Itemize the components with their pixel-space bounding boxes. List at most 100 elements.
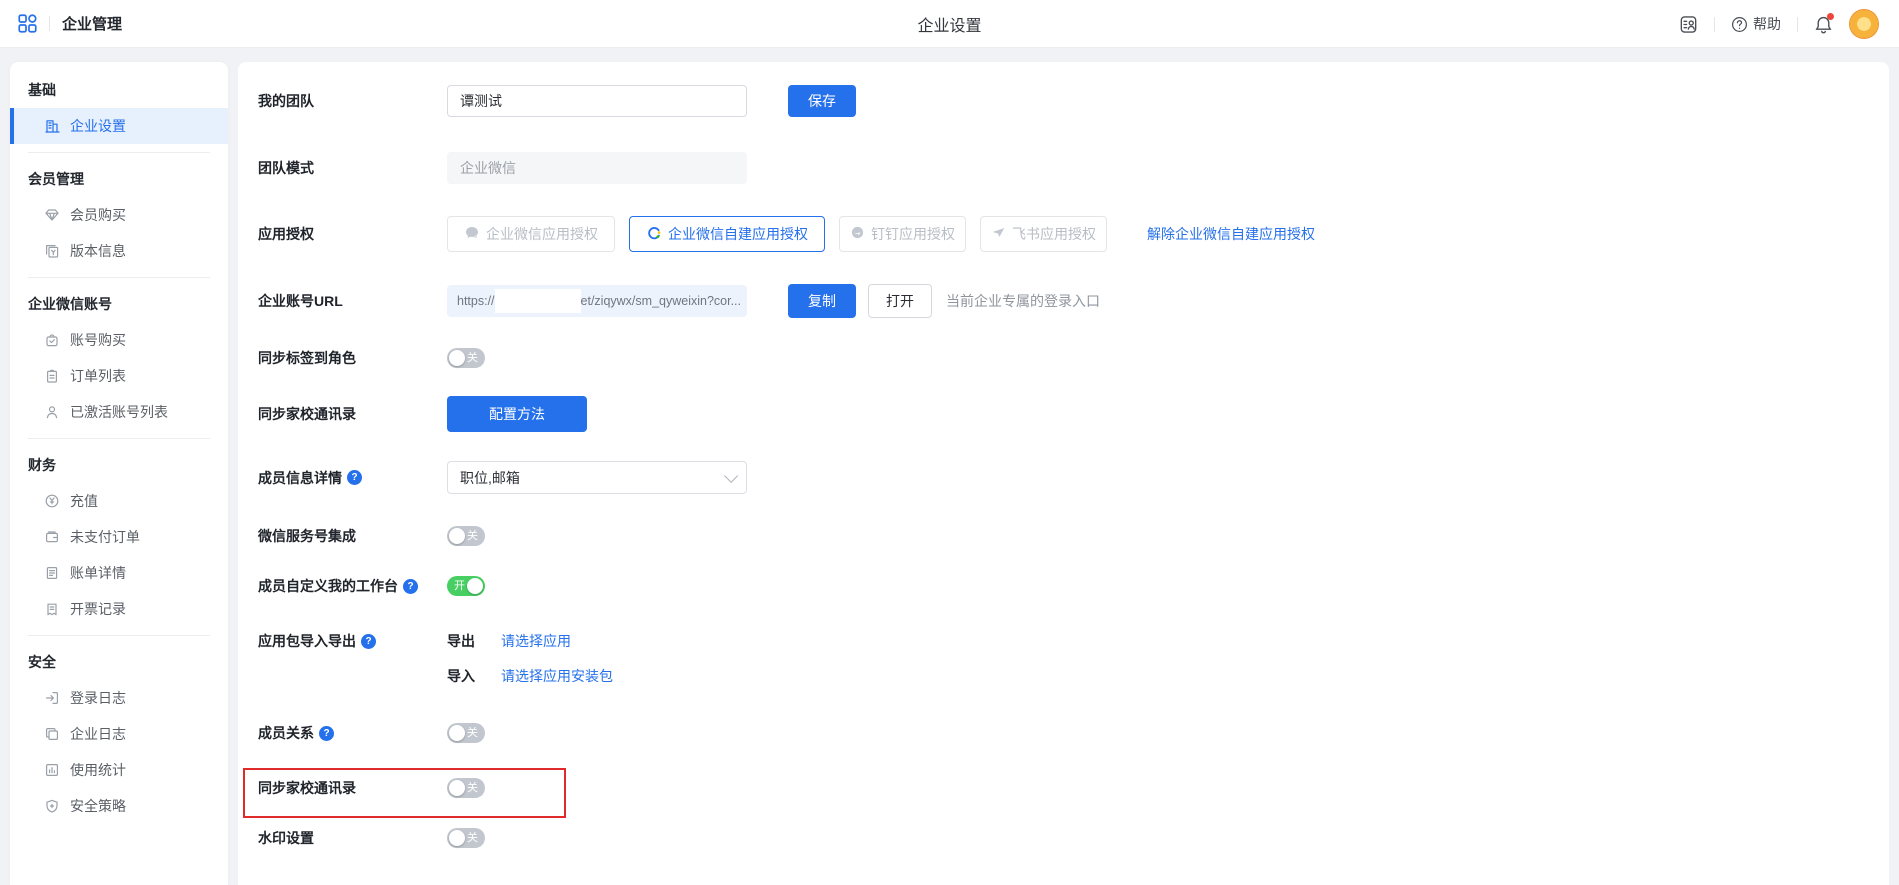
wechat-service-label: 微信服务号集成 [258, 526, 447, 546]
page-title: 企业设置 [917, 12, 981, 36]
sidebar-item-label: 企业日志 [70, 724, 126, 744]
user-avatar[interactable] [1849, 9, 1879, 39]
open-url-button[interactable]: 打开 [868, 284, 932, 318]
sidebar-item-label: 订单列表 [70, 366, 126, 386]
sidebar-item-label: 未支付订单 [70, 527, 140, 547]
row-team-mode: 团队模式 [258, 152, 1869, 184]
sidebar-item-invoice-records[interactable]: 开票记录 [10, 591, 228, 627]
wallet-icon [44, 529, 60, 545]
account-url-value[interactable]: https://et/ziqywx/sm_qyweixin?cor... [447, 285, 747, 317]
select-app-link[interactable]: 请选择应用 [501, 631, 571, 651]
sidebar-item-label: 充值 [70, 491, 98, 511]
account-url-label: 企业账号URL [258, 291, 447, 311]
unbind-selfbuilt-auth-link[interactable]: 解除企业微信自建应用授权 [1147, 224, 1315, 244]
sidebar-item-label: 登录日志 [70, 688, 126, 708]
help-badge-icon[interactable]: ? [403, 579, 418, 594]
main-content: 我的团队 保存 团队模式 应用授权 企业微信应用授权 企业微信自建应用授权 [238, 62, 1889, 885]
sidebar-item-recharge[interactable]: 充值 [10, 483, 228, 519]
copy-url-button[interactable]: 复制 [788, 284, 856, 318]
sidebar-item-label: 安全策略 [70, 796, 126, 816]
row-member-relation: 成员关系 ? 关 [258, 723, 1869, 743]
sidebar-item-bill-details[interactable]: 账单详情 [10, 555, 228, 591]
sidebar-item-unpaid-orders[interactable]: 未支付订单 [10, 519, 228, 555]
app-grid-logo-icon[interactable] [18, 14, 37, 33]
sidebar-item-enterprise-logs[interactable]: 企业日志 [10, 716, 228, 752]
sidebar-divider [28, 635, 210, 636]
team-mode-label: 团队模式 [258, 158, 447, 178]
sidebar-section-membership: 会员管理 [10, 161, 228, 197]
topbar-divider [1714, 17, 1715, 32]
toggle-knob [449, 780, 465, 796]
topbar-divider [1797, 17, 1798, 32]
sidebar-item-activated-accounts[interactable]: 已激活账号列表 [10, 394, 228, 430]
help-badge-icon[interactable]: ? [347, 470, 362, 485]
custom-workbench-label: 成员自定义我的工作台 ? [258, 576, 447, 596]
app-auth-label: 应用授权 [258, 224, 447, 244]
config-method-button[interactable]: 配置方法 [447, 396, 587, 432]
sync-tag-role-label: 同步标签到角色 [258, 348, 447, 368]
help-button[interactable]: 帮助 [1731, 14, 1781, 34]
sidebar-item-member-purchase[interactable]: 会员购买 [10, 197, 228, 233]
member-relation-toggle[interactable]: 关 [447, 723, 485, 743]
sidebar-item-label: 已激活账号列表 [70, 402, 168, 422]
sync-school-toggle[interactable]: 关 [447, 778, 485, 798]
select-app-package-link[interactable]: 请选择应用安装包 [501, 666, 613, 686]
app-title: 企业管理 [62, 13, 122, 34]
sidebar-item-label: 开票记录 [70, 599, 126, 619]
member-relation-label: 成员关系 ? [258, 723, 447, 743]
sidebar-item-label: 版本信息 [70, 241, 126, 261]
dingtalk-auth-button[interactable]: 钉钉应用授权 [839, 216, 966, 252]
row-wechat-service: 微信服务号集成 关 [258, 526, 1869, 546]
contacts-icon[interactable] [1679, 15, 1698, 34]
app-package-export-line: 导出 请选择应用 [447, 631, 613, 651]
wechat-service-toggle[interactable]: 关 [447, 526, 485, 546]
sidebar-divider [28, 277, 210, 278]
layers-icon [44, 726, 60, 742]
sidebar-item-label: 使用统计 [70, 760, 126, 780]
url-redaction-mask [495, 289, 581, 313]
toggle-knob [449, 350, 465, 366]
notification-bell-icon[interactable] [1814, 15, 1833, 34]
app-package-import-line: 导入 请选择应用安装包 [447, 666, 613, 686]
watermark-toggle[interactable]: 关 [447, 828, 485, 848]
help-badge-icon[interactable]: ? [319, 726, 334, 741]
sidebar: 基础 企业设置 会员管理 会员购买 版本信息 企业微信账号 账号购买 [10, 62, 228, 885]
wecom-selfbuilt-auth-button[interactable]: 企业微信自建应用授权 [629, 216, 825, 252]
import-label: 导入 [447, 666, 475, 686]
sidebar-item-usage-stats[interactable]: 使用统计 [10, 752, 228, 788]
help-label: 帮助 [1753, 14, 1781, 34]
sidebar-item-account-purchase[interactable]: 账号购买 [10, 322, 228, 358]
row-account-url: 企业账号URL https://et/ziqywx/sm_qyweixin?co… [258, 284, 1869, 318]
sidebar-item-security-policy[interactable]: 安全策略 [10, 788, 228, 824]
sidebar-item-label: 企业设置 [70, 116, 126, 136]
custom-workbench-toggle[interactable]: 开 [447, 576, 485, 596]
sidebar-item-enterprise-settings[interactable]: 企业设置 [10, 108, 228, 144]
dingtalk-icon [850, 225, 865, 243]
row-sync-tag-role: 同步标签到角色 关 [258, 348, 1869, 368]
bill-icon [44, 565, 60, 581]
sidebar-item-login-logs[interactable]: 登录日志 [10, 680, 228, 716]
invoice-icon [44, 601, 60, 617]
row-app-package: 应用包导入导出 ? 导出 请选择应用 导入 请选择应用安装包 [258, 631, 1869, 686]
wecom-auth-button[interactable]: 企业微信应用授权 [447, 216, 615, 252]
topbar-divider [49, 16, 50, 31]
wecom-icon [464, 225, 480, 244]
sidebar-item-order-list[interactable]: 订单列表 [10, 358, 228, 394]
sidebar-section-finance: 财务 [10, 447, 228, 483]
feishu-auth-button[interactable]: 飞书应用授权 [980, 216, 1107, 252]
member-info-label: 成员信息详情 ? [258, 468, 447, 488]
export-label: 导出 [447, 631, 475, 651]
sync-tag-role-toggle[interactable]: 关 [447, 348, 485, 368]
toggle-knob [449, 830, 465, 846]
sidebar-item-version-info[interactable]: 版本信息 [10, 233, 228, 269]
save-button[interactable]: 保存 [788, 85, 856, 117]
login-log-icon [44, 690, 60, 706]
help-badge-icon[interactable]: ? [361, 634, 376, 649]
team-name-input[interactable] [447, 85, 747, 117]
wecom-selfbuilt-icon [646, 225, 662, 244]
watermark-label: 水印设置 [258, 828, 447, 848]
row-sync-school-config: 同步家校通讯录 配置方法 [258, 396, 1869, 432]
row-custom-workbench: 成员自定义我的工作台 ? 开 [258, 576, 1869, 596]
member-info-select[interactable]: 职位,邮箱 [447, 461, 747, 494]
row-team-name: 我的团队 保存 [258, 85, 1869, 117]
